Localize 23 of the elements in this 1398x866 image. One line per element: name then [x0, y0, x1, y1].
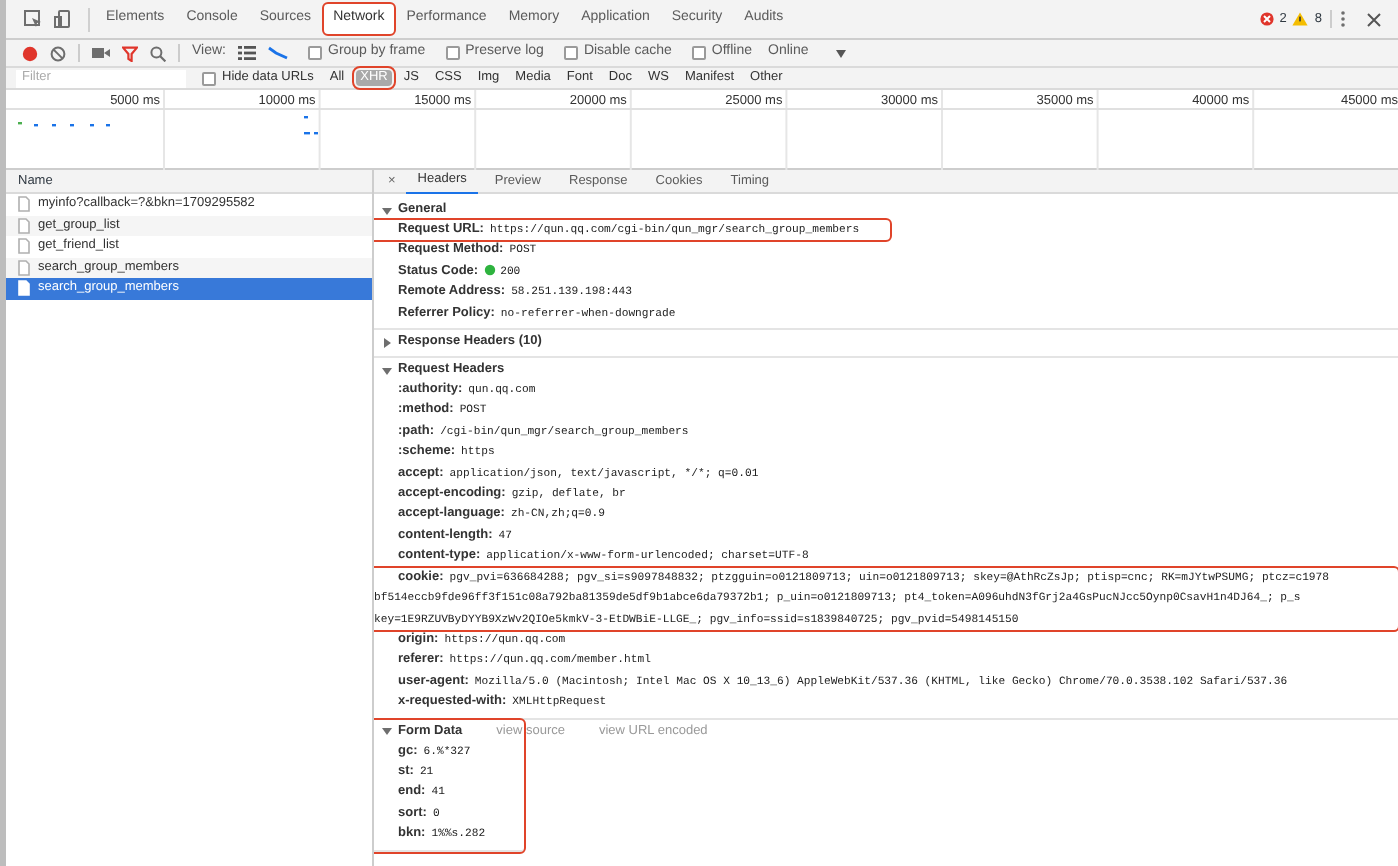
error-icon	[1259, 12, 1274, 26]
close-icon[interactable]	[1366, 11, 1382, 27]
expanded-triangle-icon[interactable]	[382, 205, 392, 215]
waterfall-view-icon[interactable]	[268, 46, 288, 60]
checkbox[interactable]	[563, 46, 578, 60]
list-view-icon[interactable]	[238, 46, 256, 60]
checkbox[interactable]	[308, 46, 322, 60]
collapsed-triangle-icon[interactable]	[382, 337, 392, 348]
record-icon[interactable]	[22, 45, 38, 61]
inspect-icon[interactable]	[24, 10, 42, 28]
more-options-icon[interactable]	[1338, 10, 1348, 28]
search-icon[interactable]	[150, 45, 166, 61]
warning-icon	[1292, 12, 1309, 26]
expanded-triangle-icon[interactable]	[382, 365, 392, 376]
filter-icon[interactable]	[122, 45, 138, 61]
checkbox[interactable]	[691, 46, 706, 60]
clear-icon[interactable]	[50, 45, 66, 61]
device-icon[interactable]	[54, 10, 72, 28]
caret-icon	[836, 49, 847, 57]
checkbox[interactable]	[202, 71, 216, 85]
expanded-triangle-icon[interactable]	[382, 726, 392, 737]
checkbox[interactable]	[445, 46, 460, 60]
camera-icon[interactable]	[92, 46, 110, 60]
